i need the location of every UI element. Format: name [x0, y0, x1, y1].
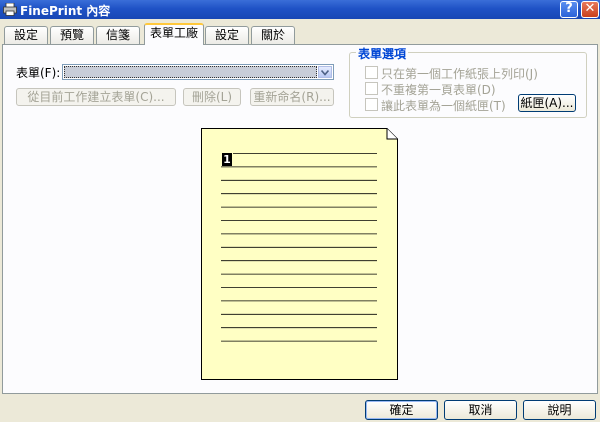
- first-sheet-only-checkbox[interactable]: [365, 66, 378, 79]
- rename-button[interactable]: 重新命名(R)...: [250, 88, 334, 106]
- first-sheet-only-label: 只在第一個工作紙張上列印(J): [381, 67, 538, 81]
- tab-stationery[interactable]: 信箋: [96, 26, 140, 44]
- form-select-value: [64, 66, 317, 78]
- form-select[interactable]: [62, 64, 334, 80]
- page-number-badge: 1: [222, 153, 232, 166]
- cancel-button[interactable]: 取消: [444, 400, 517, 420]
- delete-button[interactable]: 刪除(L): [183, 88, 241, 106]
- tab-about[interactable]: 關於: [251, 26, 295, 44]
- chevron-down-icon: [321, 70, 329, 76]
- tab-preview[interactable]: 預覽: [50, 26, 94, 44]
- form-label: 表單(F):: [16, 66, 61, 80]
- no-repeat-first-page-checkbox[interactable]: [365, 82, 378, 95]
- window-title: FinePrint 內容: [20, 4, 111, 18]
- tab-form-factory[interactable]: 表單工廠: [144, 23, 204, 45]
- tab-settings[interactable]: 設定: [4, 26, 48, 44]
- no-repeat-first-page-label: 不重複第一頁表單(D): [381, 83, 496, 97]
- tray-button[interactable]: 紙匣(A)...: [518, 94, 576, 112]
- help-title-button[interactable]: ?: [560, 1, 578, 18]
- printer-icon: [3, 3, 17, 16]
- create-from-job-button[interactable]: 從目前工作建立表單(C)...: [16, 88, 176, 106]
- form-as-tray-label: 讓此表單為一個紙匣(T): [381, 99, 506, 113]
- form-as-tray-checkbox[interactable]: [365, 98, 378, 111]
- ok-button[interactable]: 確定: [365, 400, 438, 420]
- form-options-title: 表單選項: [356, 45, 409, 62]
- tab-settings-2[interactable]: 設定: [205, 26, 249, 44]
- dropdown-button[interactable]: [318, 66, 332, 78]
- close-button[interactable]: ✕: [581, 1, 599, 18]
- help-button[interactable]: 說明: [523, 400, 596, 420]
- title-bar[interactable]: FinePrint 內容 ? ✕: [0, 0, 600, 19]
